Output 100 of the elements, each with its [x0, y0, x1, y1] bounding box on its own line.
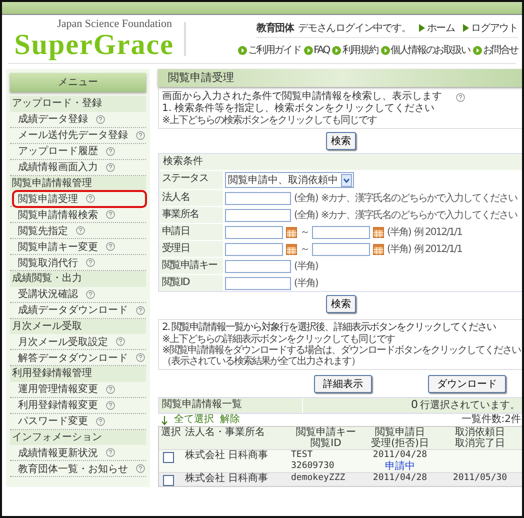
column-header: 法人名・事業所名 [185, 427, 265, 438]
row-checkbox[interactable] [163, 452, 174, 463]
help-link[interactable]: 利用規約 [332, 43, 378, 57]
menu-item[interactable]: メール送付先データ登録 [14, 128, 149, 142]
description-text: 1. 検索条件等を指定し、検索ボタンをクリックしてください [162, 103, 435, 114]
help-icon [86, 258, 95, 267]
table-cell-text: 2011/04/28 [372, 450, 428, 460]
menu-item[interactable]: 解答データダウンロード [14, 350, 149, 364]
field-hint: (半角) [294, 276, 318, 290]
page-title: 閲覧申請受理 [158, 69, 522, 87]
calendar-icon[interactable] [286, 244, 297, 254]
help-icon [136, 306, 145, 314]
column-header: 閲覧申請キー [296, 427, 356, 438]
help-icon [106, 162, 115, 172]
help-link[interactable]: お問合せ [472, 43, 518, 57]
text-field[interactable] [225, 276, 291, 290]
note-text: ※上下どちらの詳細表示ボタンをクリックしても同じです [162, 334, 394, 345]
search-button[interactable]: 検索 [326, 295, 356, 313]
help-link[interactable]: 個人情報のお取扱い [380, 43, 470, 57]
help-link[interactable]: FAQ [304, 43, 330, 57]
menu-item[interactable]: 閲覧申請情報検索 [14, 208, 119, 222]
search-button[interactable]: 検索 [326, 132, 356, 150]
field-note: ※カナ、漢字氏名のどちらかで入力してください [320, 192, 518, 205]
arrow-circle-icon [332, 46, 342, 54]
range-separator: ～ [300, 226, 309, 239]
search-panel-title: 検索条件 [162, 154, 204, 169]
logo-title: SuperGrace [14, 30, 174, 60]
calendar-icon[interactable] [373, 226, 384, 238]
table-cell-text: TEST [291, 450, 314, 461]
column-header: 取消依頼日 [455, 427, 505, 438]
login-message: デモさんログイン中です。 [298, 22, 411, 35]
menu-item[interactable]: 成績情報更新状況 [14, 446, 119, 460]
help-icon [136, 130, 145, 140]
logo-subtitle: Japan Science Foundation [57, 18, 172, 30]
menu-item[interactable]: 教育団体一覧・お知らせ [14, 462, 149, 476]
help-icon [86, 290, 95, 298]
field-hint: (半角) [387, 242, 411, 256]
calendar-icon[interactable] [373, 244, 384, 254]
menu-item[interactable]: 成績データ登録 [14, 112, 109, 126]
menu-item[interactable]: 運用管理情報変更 [14, 382, 119, 396]
menu-item[interactable]: 利用登録情報変更 [14, 398, 119, 412]
date-field[interactable] [225, 242, 283, 256]
field-note: 例 2012/1/1 [414, 243, 462, 256]
detail-button[interactable]: 詳細表示 [314, 375, 372, 393]
help-icon [136, 353, 145, 362]
menu-item[interactable]: パスワード変更 [14, 414, 109, 428]
help-link[interactable]: ご利用ガイド [238, 43, 301, 57]
text-field[interactable] [225, 208, 291, 222]
table-cell-text: demokeyZZZ [291, 473, 346, 484]
status-text: 申請中 [385, 461, 415, 472]
description-text: 画面から入力された条件で閲覧申請情報を検索し、表示します [162, 91, 442, 102]
field-hint: (半角) [294, 260, 318, 273]
menu-section-header: 利用登録情報管理 [10, 366, 146, 382]
field-note: 例 2012/1/1 [414, 226, 462, 239]
nav-link[interactable]: ホーム [418, 21, 455, 35]
menu-section-header: 閲覧申請情報管理 [10, 176, 146, 191]
status-dropdown[interactable]: 閲覧申請中、取消依頼中 [225, 172, 354, 188]
nav-link[interactable]: ログアウト [462, 21, 518, 35]
menu-item[interactable]: 成績情報画面入力 [14, 160, 119, 174]
help-icon [76, 226, 85, 235]
help-icon [116, 337, 125, 346]
menu-item[interactable]: 成績データダウンロード [14, 303, 149, 317]
triangle-icon [462, 24, 469, 32]
field-label: 事業所名 [161, 208, 200, 222]
help-icon [456, 92, 465, 102]
text-field[interactable] [225, 260, 291, 272]
menu-section-header: アップロード・登録 [10, 96, 146, 112]
table-cell: 2011/05/30 [452, 473, 508, 484]
menu-item[interactable]: 受講状況確認 [14, 287, 99, 301]
field-hint: (半角) [387, 226, 411, 239]
row-checkbox[interactable] [163, 475, 174, 486]
column-header: 閲覧ID [310, 438, 342, 449]
menu-section-header: インフォメーション [10, 430, 146, 445]
menu-item[interactable]: 閲覧申請受理 [14, 192, 145, 206]
date-field[interactable] [312, 226, 370, 238]
select-all-link[interactable]: 全て選択 [174, 414, 214, 426]
date-field[interactable] [225, 226, 283, 238]
field-label: 閲覧申請キー [161, 258, 218, 273]
table-cell-text: 株式会社 日科商事 [185, 450, 270, 461]
table-cell-text: 32609730 [291, 461, 336, 472]
text-field[interactable] [225, 192, 291, 204]
menu-item[interactable]: 閲覧先指定 [14, 224, 89, 238]
org-label: 教育団体 [256, 21, 294, 35]
arrow-circle-icon [238, 46, 247, 54]
menu-item[interactable]: 閲覧取消代行 [14, 256, 99, 270]
field-label: 受理日 [161, 242, 191, 256]
help-icon [96, 416, 105, 426]
menu-item[interactable]: 閲覧申請キー変更 [14, 240, 119, 254]
note-text: ※閲覧申請情報をダウンロードする場合は、ダウンロードボタンをクリックしてください [162, 345, 520, 356]
download-button[interactable]: ダウンロード [428, 375, 506, 393]
date-field[interactable] [312, 242, 370, 256]
clear-selection-link[interactable]: 解除 [220, 414, 240, 426]
field-label: ステータス [161, 172, 210, 186]
column-header: 選択 [161, 427, 181, 438]
menu-item[interactable]: アップロード履歴 [14, 144, 119, 158]
calendar-icon[interactable] [286, 226, 297, 238]
arrow-circle-icon [304, 46, 313, 54]
menu-item[interactable]: 月次メール受取設定 [14, 334, 129, 348]
help-icon [106, 400, 115, 410]
help-icon [106, 242, 115, 251]
